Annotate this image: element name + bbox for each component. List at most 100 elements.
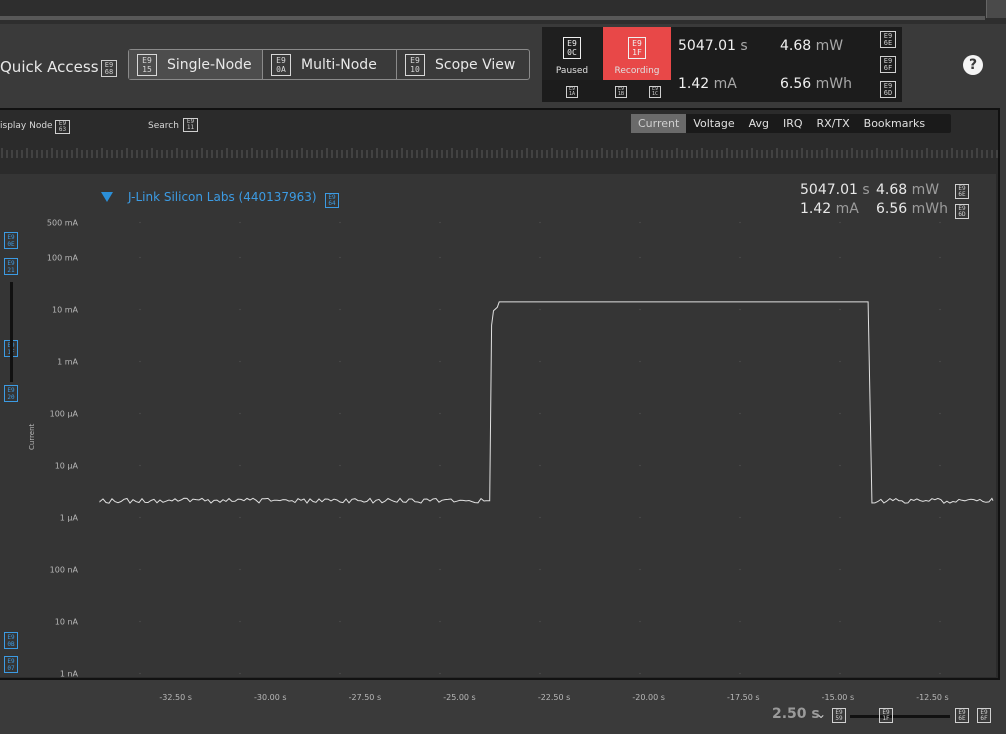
search-label[interactable]: Search bbox=[148, 121, 179, 131]
grid-dot bbox=[139, 221, 141, 224]
time-window-value[interactable]: 2.50 s bbox=[772, 706, 820, 722]
y-tick-label: 500 mA bbox=[47, 219, 79, 228]
zoom-out-icon[interactable]: E9 21 bbox=[4, 258, 18, 275]
grid-dot bbox=[139, 516, 141, 519]
tab-label: Single-Node bbox=[167, 56, 252, 73]
tab-single-node[interactable]: E9 15 Single-Node bbox=[129, 50, 263, 79]
grid-dot bbox=[839, 221, 841, 224]
grid-dot bbox=[639, 360, 641, 363]
grid-dot bbox=[539, 516, 541, 519]
grid-dot bbox=[439, 464, 441, 467]
grid-dot bbox=[139, 568, 141, 571]
grid-dot bbox=[839, 464, 841, 467]
energy-settings-icon[interactable]: E9 6F bbox=[880, 56, 896, 73]
grid-dot bbox=[839, 568, 841, 571]
quick-access-label[interactable]: Quick Access bbox=[0, 58, 99, 76]
scroll-down-icon[interactable]: E9 07 bbox=[4, 656, 18, 673]
chevron-down-icon[interactable]: ⌄ bbox=[816, 707, 826, 721]
grid-dot bbox=[139, 620, 141, 623]
x-tick-label: -17.50 s bbox=[727, 693, 760, 702]
grid-dot bbox=[439, 516, 441, 519]
x-tick-label: -22.50 s bbox=[538, 693, 571, 702]
quick-access-icon[interactable]: E9 68 bbox=[101, 60, 117, 77]
grid-dot bbox=[639, 568, 641, 571]
grid-dot bbox=[339, 620, 341, 623]
scroll-up-icon[interactable]: E9 0B bbox=[4, 632, 18, 649]
node-time: 5047.01 s bbox=[800, 182, 870, 198]
grid-dot bbox=[639, 221, 641, 224]
grid-dot bbox=[639, 412, 641, 415]
grid-dot bbox=[439, 672, 441, 675]
range-lower-icon[interactable]: E9 20 bbox=[4, 385, 18, 402]
help-icon[interactable]: ? bbox=[963, 55, 983, 75]
more-options-icon[interactable] bbox=[986, 0, 1006, 18]
grid-dot bbox=[339, 256, 341, 259]
grid-dot bbox=[539, 412, 541, 415]
recording-power: 4.68 mW bbox=[780, 38, 844, 54]
grid-dot bbox=[939, 672, 941, 675]
current-plot[interactable]: 500 mA 100 mA 10 mA 1 mA 100 µA 10 µA 1 µA 100 … bbox=[0, 174, 996, 708]
grid-dot bbox=[539, 256, 541, 259]
search-icon[interactable]: E9 11 bbox=[183, 118, 198, 132]
display-node-label[interactable]: isplay Node bbox=[0, 121, 53, 131]
grid-dot bbox=[939, 308, 941, 311]
grid-dot bbox=[539, 308, 541, 311]
grid-dot bbox=[539, 221, 541, 224]
fit-all-icon[interactable]: E9 6E bbox=[955, 708, 969, 723]
recording-label: Recording bbox=[614, 66, 660, 76]
grid-dot bbox=[639, 516, 641, 519]
grid-dot bbox=[539, 672, 541, 675]
grid-dot bbox=[139, 672, 141, 675]
tab-voltage[interactable]: Voltage bbox=[686, 114, 741, 133]
grid-dot bbox=[639, 620, 641, 623]
multi-node-icon: E9 0A bbox=[271, 53, 291, 76]
tab-scope-view[interactable]: E9 10 Scope View bbox=[397, 50, 529, 79]
node-settings-icon[interactable]: E9 64 bbox=[325, 193, 339, 208]
recording-button[interactable]: E9 1F Recording bbox=[603, 27, 671, 80]
cursor-icon[interactable]: E9 1A bbox=[566, 86, 578, 98]
grid-dot bbox=[239, 360, 241, 363]
vertical-zoom-slider[interactable] bbox=[10, 282, 13, 382]
grid-dot bbox=[739, 256, 741, 259]
grid-dot bbox=[139, 308, 141, 311]
export-icon[interactable]: E9 1C bbox=[649, 86, 661, 98]
display-node-icon[interactable]: E9 63 bbox=[55, 120, 70, 134]
horizontal-scrollbar[interactable] bbox=[0, 16, 985, 20]
time-zoom-handle-icon[interactable]: E9 1F bbox=[879, 708, 893, 723]
grid-dot bbox=[439, 221, 441, 224]
tab-rx-tx[interactable]: RX/TX bbox=[810, 114, 857, 133]
power-settings-icon[interactable]: E9 6E bbox=[880, 31, 896, 48]
top-strip bbox=[0, 0, 1006, 24]
tab-current[interactable]: Current bbox=[631, 114, 687, 133]
grid-dot bbox=[739, 412, 741, 415]
x-tick-label: -20.00 s bbox=[632, 693, 665, 702]
grid-dot bbox=[939, 412, 941, 415]
grid-dot bbox=[839, 620, 841, 623]
time-window-settings-icon[interactable]: E9 59 bbox=[832, 708, 846, 723]
paused-button[interactable]: E9 0C Paused bbox=[542, 27, 602, 80]
tab-multi-node[interactable]: E9 0A Multi-Node bbox=[263, 50, 397, 79]
marker-icon[interactable]: E9 1B bbox=[615, 86, 627, 98]
tab-bookmarks[interactable]: Bookmarks bbox=[857, 114, 932, 133]
grid-dot bbox=[439, 308, 441, 311]
metric-tabs: Current Voltage Avg IRQ RX/TX Bookmarks bbox=[631, 114, 951, 133]
grid-dot bbox=[939, 516, 941, 519]
grid-dot bbox=[839, 516, 841, 519]
zoom-in-icon[interactable]: E9 0E bbox=[4, 232, 18, 249]
y-tick-label: 10 µA bbox=[55, 462, 79, 471]
time-zoom-slider[interactable] bbox=[850, 715, 950, 718]
grid-dot bbox=[839, 672, 841, 675]
live-follow-icon[interactable]: E9 6F bbox=[977, 708, 991, 723]
tab-avg[interactable]: Avg bbox=[742, 114, 776, 133]
grid-dot bbox=[739, 221, 741, 224]
node-power-settings-icon[interactable]: E9 6E bbox=[955, 184, 969, 199]
tab-irq[interactable]: IRQ bbox=[776, 114, 810, 133]
x-tick-label: -25.00 s bbox=[443, 693, 476, 702]
grid-dot bbox=[239, 412, 241, 415]
node-energy-settings-icon[interactable]: E9 6D bbox=[955, 204, 969, 219]
x-tick-label: -12.50 s bbox=[916, 693, 949, 702]
collapse-caret-icon[interactable] bbox=[101, 192, 113, 202]
grid-dot bbox=[539, 360, 541, 363]
time-ruler[interactable] bbox=[0, 146, 998, 160]
current-settings-icon[interactable]: E9 6D bbox=[880, 81, 896, 98]
